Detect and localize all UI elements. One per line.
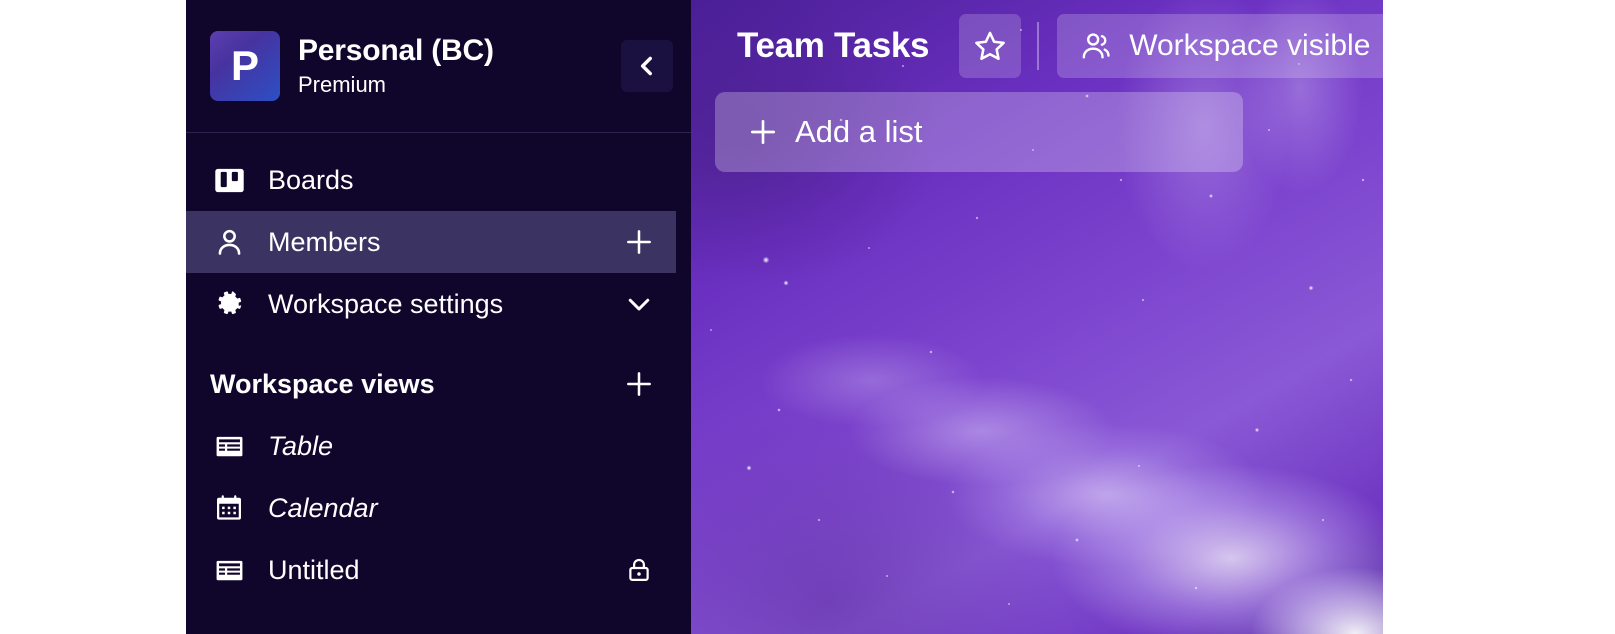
board-canvas: Team Tasks Workspace visible Add a list [691, 0, 1383, 634]
lock-icon [622, 553, 656, 587]
sidebar-collapse-button[interactable] [621, 40, 673, 92]
app-root: P Personal (BC) Premium Boards Members W… [0, 0, 1615, 634]
sidebar-item-label: Members [268, 226, 381, 257]
sidebar-view-untitled[interactable]: Untitled [186, 539, 676, 601]
header-divider [1037, 22, 1040, 70]
board-header: Team Tasks Workspace visible [691, 0, 1383, 92]
board-visibility-button[interactable]: Workspace visible [1057, 14, 1383, 78]
workspace-views-section-header: Workspace views [186, 353, 676, 415]
table-icon [212, 429, 246, 463]
star-outline-icon [973, 29, 1007, 63]
workspace-avatar-letter: P [230, 42, 259, 89]
sidebar-nav-list: Boards Members Workspace settings Worksp… [186, 133, 691, 601]
workspace-name: Personal (BC) [298, 34, 494, 67]
workspace-avatar[interactable]: P [210, 31, 280, 101]
sidebar-view-label: Calendar [268, 492, 378, 523]
add-member-button[interactable] [622, 225, 656, 259]
add-list-label: Add a list [795, 114, 923, 149]
sidebar-item-label: Workspace settings [268, 288, 504, 319]
sidebar-item-label: Boards [268, 164, 354, 195]
workspace-plan-label: Premium [298, 72, 387, 97]
sidebar-view-label: Table [268, 430, 334, 461]
workspace-sidebar: P Personal (BC) Premium Boards Members W… [186, 0, 691, 634]
chevron-left-icon [634, 51, 660, 81]
board-icon [212, 163, 246, 197]
add-workspace-view-button[interactable] [622, 367, 656, 401]
workspace-meta: Personal (BC) Premium [298, 34, 621, 98]
workspace-header: P Personal (BC) Premium [186, 0, 691, 133]
sidebar-item-workspace-settings[interactable]: Workspace settings [186, 273, 676, 335]
gear-icon [212, 287, 246, 321]
add-list-button[interactable]: Add a list [715, 92, 1243, 172]
sidebar-view-table[interactable]: Table [186, 415, 676, 477]
sidebar-item-members[interactable]: Members [186, 211, 676, 273]
workspace-views-title: Workspace views [210, 368, 435, 399]
person-icon [212, 225, 246, 259]
sidebar-view-calendar[interactable]: Calendar [186, 477, 676, 539]
sidebar-view-label: Untitled [268, 554, 360, 585]
table-icon [212, 553, 246, 587]
board-visibility-label: Workspace visible [1129, 29, 1371, 62]
board-title: Team Tasks [737, 26, 930, 65]
plus-icon [747, 116, 779, 148]
calendar-icon [212, 491, 246, 525]
sidebar-item-boards[interactable]: Boards [186, 149, 676, 211]
people-icon [1079, 29, 1113, 63]
star-board-button[interactable] [959, 14, 1022, 78]
workspace-settings-expand-button[interactable] [622, 287, 656, 321]
